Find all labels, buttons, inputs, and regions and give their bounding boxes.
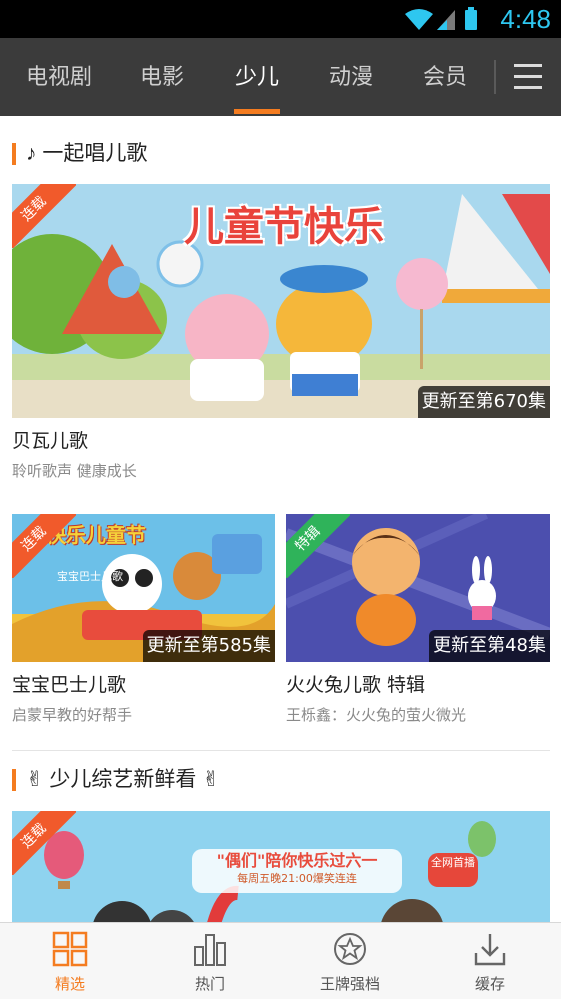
status-bar: 4:48 [0,0,561,38]
episode-badge: 更新至第48集 [429,630,550,662]
active-tab-indicator [234,109,280,114]
show-card-subtitle: 启蒙早教的好帮手 [12,706,133,724]
bottom-tab-hot[interactable]: 热门 [140,923,280,999]
bottom-tab-label: 精选 [54,975,85,993]
tab-vip[interactable]: 会员 [406,38,484,116]
show-card-poster[interactable]: 特辑 更新至第48集 [286,514,550,662]
battery-icon [465,7,477,30]
wifi-icon [405,9,433,30]
bottom-tab-label: 热门 [194,975,225,993]
section-accent-bar [12,769,16,791]
serial-ribbon: 连载 [12,514,76,578]
show-card-poster[interactable]: 快乐儿童节 宝宝巴士儿歌 连载 更新至第585集 [12,514,275,662]
tab-movies[interactable]: 电影 [124,38,200,116]
signal-icons [405,7,477,30]
episode-badge: 更新至第585集 [142,630,275,662]
bottom-nav: 精选 热门 王牌强档 缓存 [0,922,561,999]
ribbon-corner: 特辑 [286,514,350,578]
nav-divider [494,60,496,94]
menu-icon[interactable] [514,64,542,90]
tab-tv-series[interactable]: 电视剧 [16,38,102,116]
bottom-tab-label: 缓存 [474,975,505,993]
banner-subtext: 每周五晚21:00爆笑连连 [237,872,357,885]
show-card-subtitle: 王栎鑫：火火兔的萤火微光 [286,706,467,724]
featured-title[interactable]: 贝瓦儿歌 [12,428,88,454]
ribbon-corner: 连载 [12,184,76,248]
bottom-tab-cache[interactable]: 缓存 [420,923,560,999]
special-ribbon: 特辑 [286,514,350,578]
section-title: ♪ 一起唱儿歌 [26,142,148,165]
show-card-title[interactable]: 宝宝巴士儿歌 [12,672,126,698]
serial-ribbon: 连载 [12,811,76,875]
bottom-tab-label: 王牌强档 [319,975,380,993]
show-card-title[interactable]: 火火兔儿歌 特辑 [286,672,425,698]
download-icon [474,934,506,966]
section-title: ✌ 少儿综艺新鲜看 ✌ [26,768,220,791]
bottom-tab-featured[interactable]: 精选 [0,923,140,999]
ribbon-corner: 连载 [12,514,76,578]
bar-chart-icon [194,934,226,966]
section-divider [12,750,550,751]
featured-banner[interactable]: 儿童节快乐 连载 更新至第670集 [12,184,550,418]
cell-signal-icon [437,10,455,30]
clock: 4:48 [500,4,551,34]
premiere-badge: 全网首播 [428,853,478,887]
featured-banner[interactable]: "偶们"陪你快乐过六一 每周五晚21:00爆笑连连 全网首播 连载 [12,811,550,922]
tab-kids[interactable]: 少儿 [218,38,296,116]
tab-anime[interactable]: 动漫 [312,38,390,116]
ribbon-corner: 连载 [12,811,76,875]
banner-headline: "偶们"陪你快乐过六一 [216,851,378,870]
section-accent-bar [12,143,16,165]
top-nav: 电视剧 电影 少儿 动漫 会员 [0,38,561,116]
episode-badge: 更新至第670集 [417,386,550,418]
serial-ribbon: 连载 [12,184,76,248]
grid-icon [52,931,88,967]
featured-subtitle: 聆听歌声 健康成长 [12,462,137,480]
banner-headline: 儿童节快乐 [184,204,384,250]
bottom-tab-ace[interactable]: 王牌强档 [280,923,420,999]
star-badge-icon [334,933,366,965]
content-feed: ♪ 一起唱儿歌 儿童节快乐 连载 更新至第670集 贝瓦儿歌 聆听歌声 健康成长… [0,116,561,922]
